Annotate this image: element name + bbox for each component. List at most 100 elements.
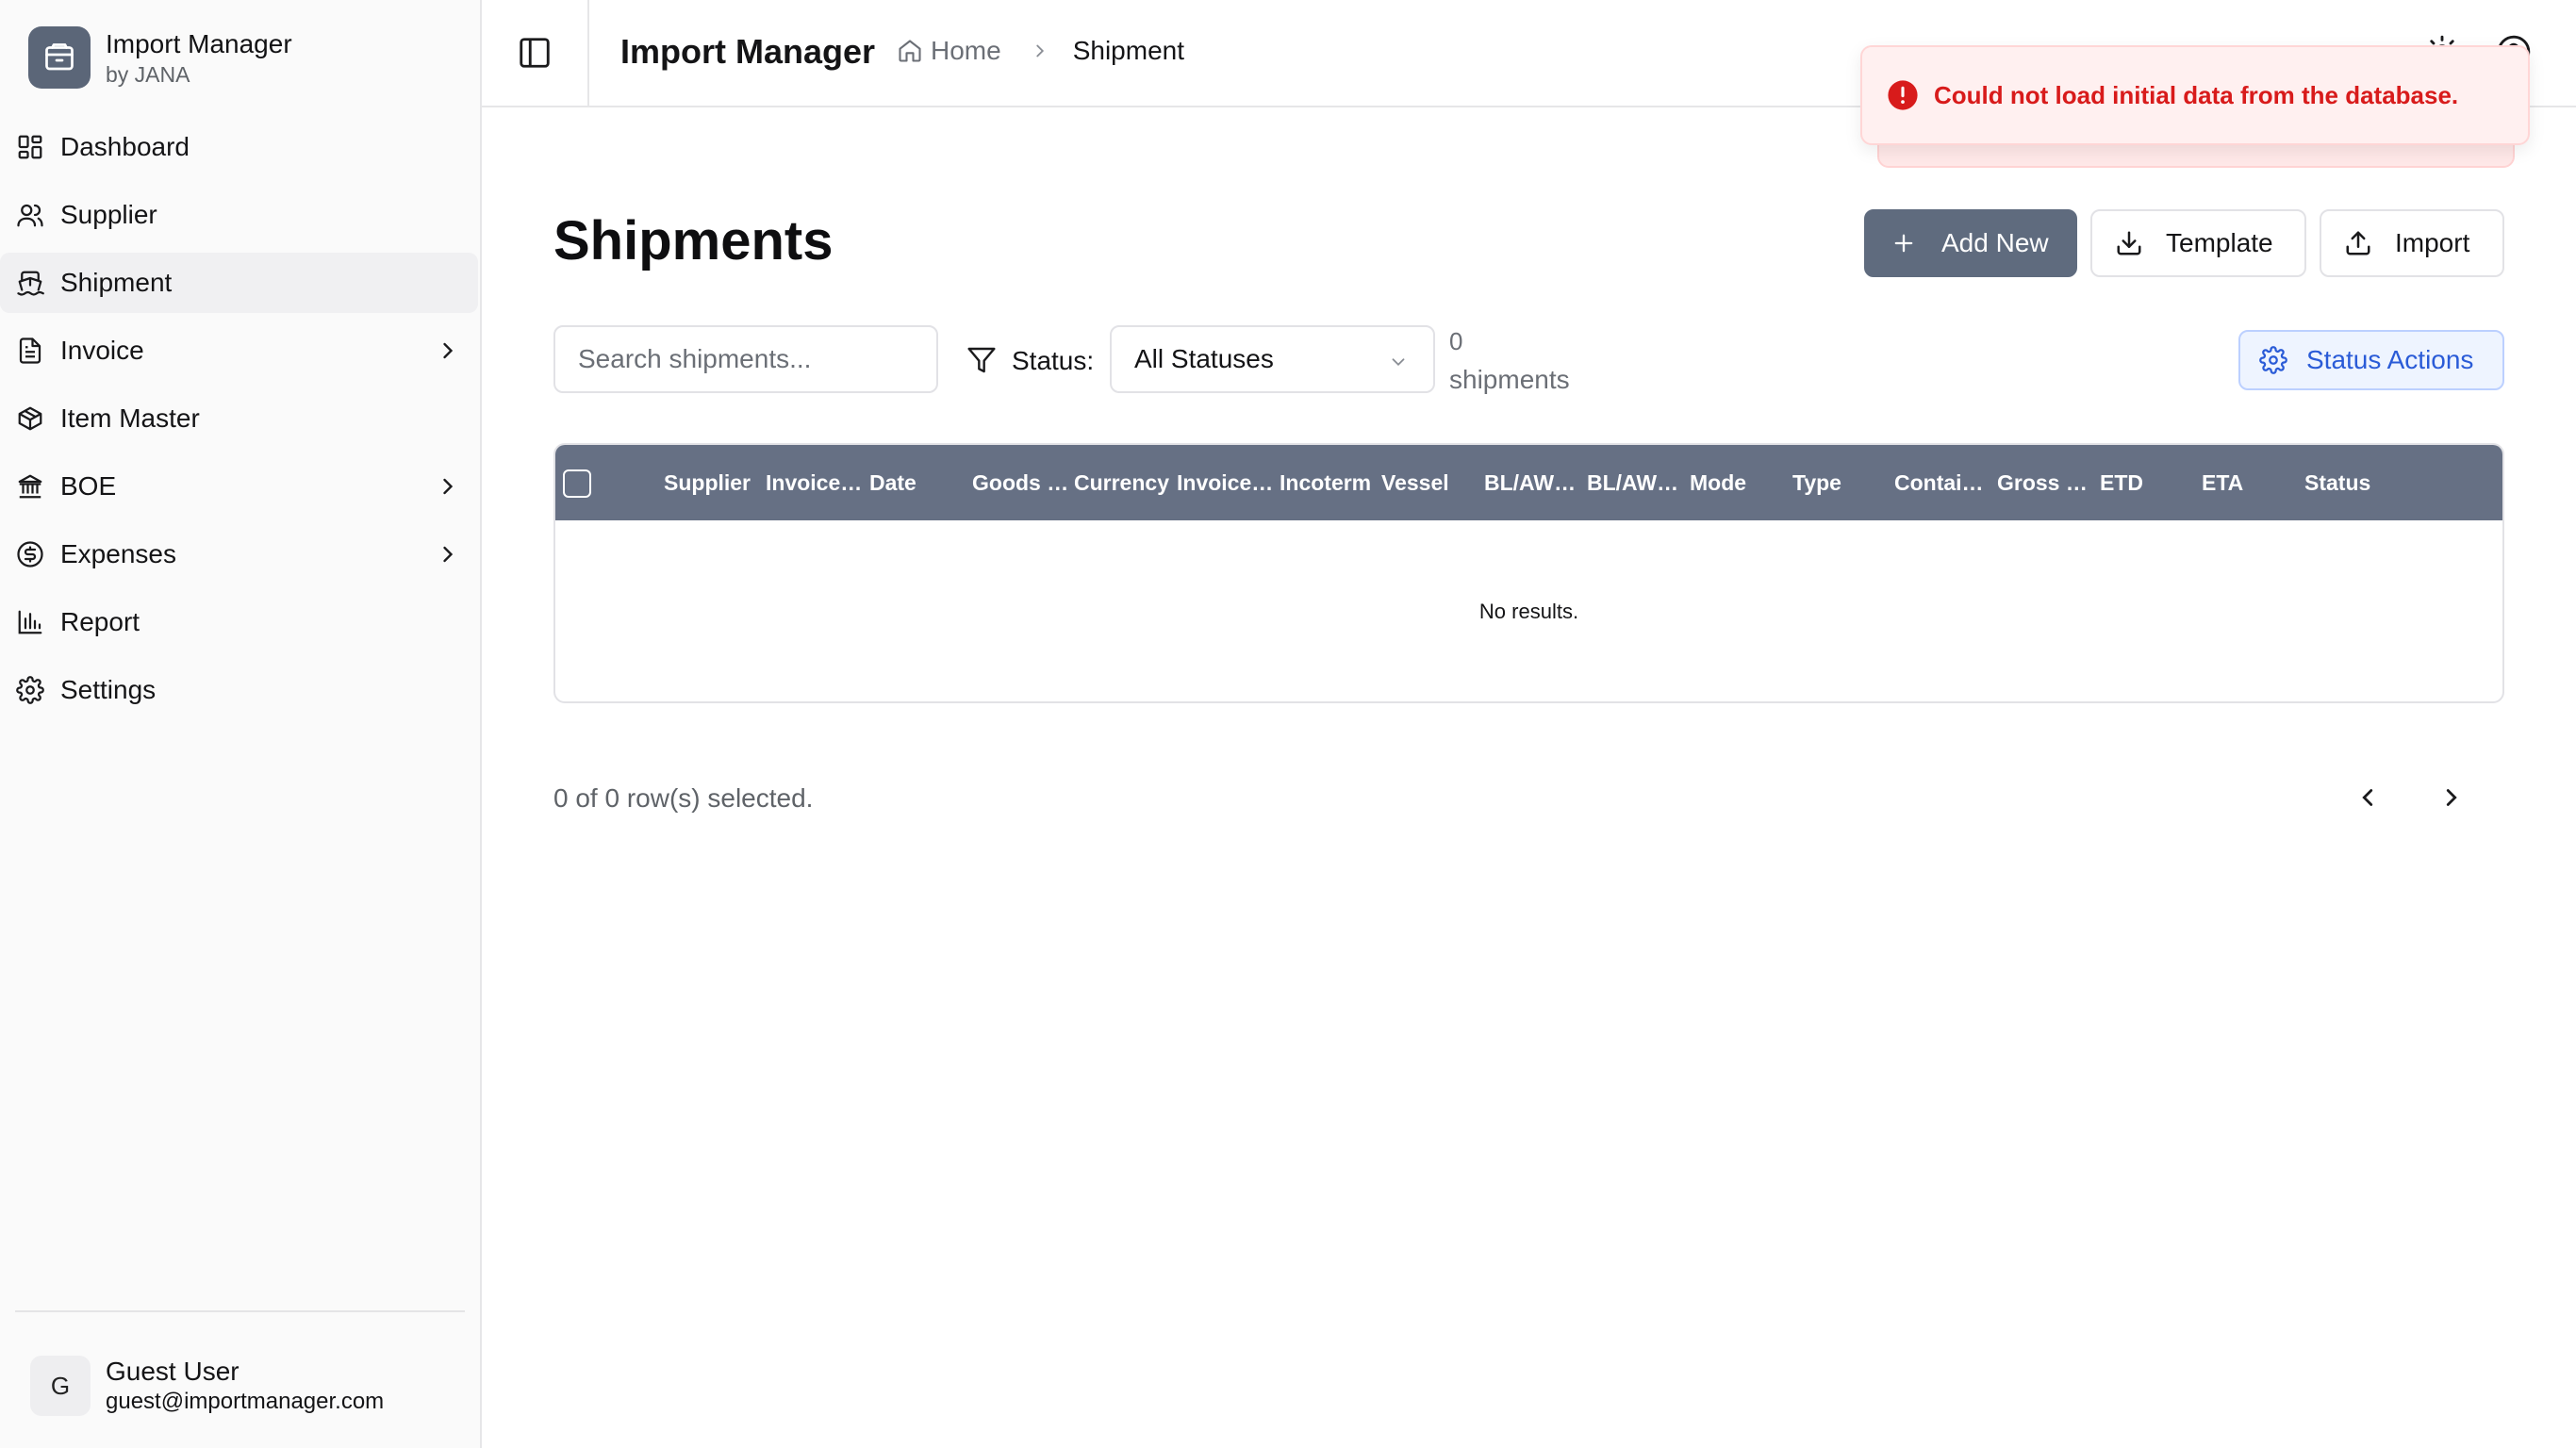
sidebar-item-label: Supplier <box>60 200 157 229</box>
template-label: Template <box>2166 228 2273 257</box>
import-label: Import <box>2395 228 2470 257</box>
sidebar-item-dashboard[interactable]: Dashboard <box>0 117 478 177</box>
error-toast[interactable]: Could not load initial data from the dat… <box>1860 45 2530 145</box>
column-header[interactable]: BL/AW… <box>1587 470 1678 496</box>
chevron-right-icon <box>435 337 461 364</box>
column-header[interactable]: Date <box>869 470 916 496</box>
ship-icon <box>15 268 45 298</box>
chevron-right-icon <box>435 473 461 500</box>
empty-state-message: No results. <box>1478 600 1579 623</box>
toast-message: Could not load initial data from the dat… <box>1934 80 2459 109</box>
shipment-count-label: shipments <box>1449 365 1570 394</box>
plus-icon <box>1891 230 1917 256</box>
brand[interactable]: Import Manager by JANA <box>28 26 292 89</box>
column-header[interactable]: Mode <box>1690 470 1746 496</box>
breadcrumb: Home Shipment <box>897 36 1184 66</box>
filter-icon <box>966 345 997 375</box>
gear-icon <box>2259 346 2287 374</box>
app-title: Import Manager <box>620 32 876 71</box>
column-header[interactable]: Invoice… <box>1177 470 1273 496</box>
sidebar-item-label: Invoice <box>60 336 144 365</box>
breadcrumb-current: Shipment <box>1072 36 1184 65</box>
user-email: guest@importmanager.com <box>106 1389 385 1414</box>
column-header[interactable]: Gross … <box>1997 470 2088 496</box>
package-logo-icon <box>28 26 91 89</box>
chevron-left-icon <box>2353 783 2382 812</box>
status-select[interactable]: All Statuses <box>1110 325 1435 393</box>
chevron-right-icon <box>435 541 461 568</box>
column-header[interactable]: BL/AW… <box>1484 470 1576 496</box>
column-header[interactable]: Type <box>1792 470 1841 496</box>
dollar-circle-icon <box>15 539 45 569</box>
shipments-table: Supplier Invoice… Date Goods … Currency … <box>553 443 2504 703</box>
sidebar-item-label: BOE <box>60 471 117 501</box>
sidebar-nav: Dashboard Supplier Shipment Invoice Item… <box>0 117 480 728</box>
status-filter-label: Status: <box>1012 346 1095 375</box>
column-header[interactable]: Currency <box>1074 470 1169 496</box>
column-header[interactable]: Contai… <box>1894 470 1984 496</box>
sidebar-item-boe[interactable]: BOE <box>0 456 478 517</box>
status-actions-label: Status Actions <box>2306 345 2474 374</box>
column-header[interactable]: Incoterm <box>1280 470 1371 496</box>
user-name: Guest User <box>106 1357 239 1386</box>
upload-icon <box>2344 229 2372 257</box>
breadcrumb-home-label: Home <box>931 36 1001 65</box>
package-icon <box>15 403 45 434</box>
sidebar-item-report[interactable]: Report <box>0 592 478 652</box>
shipment-count: 0 <box>1449 327 1463 355</box>
panel-left-icon <box>517 35 553 71</box>
column-header[interactable]: Supplier <box>664 470 751 496</box>
sidebar-item-item-master[interactable]: Item Master <box>0 388 478 449</box>
chevron-right-icon <box>1030 41 1050 61</box>
landmark-icon <box>15 471 45 502</box>
sidebar-item-supplier[interactable]: Supplier <box>0 185 478 245</box>
column-header[interactable]: ETD <box>2100 470 2143 496</box>
home-icon <box>897 38 923 64</box>
sidebar-divider <box>15 1310 465 1312</box>
sidebar-item-expenses[interactable]: Expenses <box>0 524 478 584</box>
sidebar-item-label: Settings <box>60 675 157 704</box>
column-header[interactable]: Status <box>2304 470 2370 496</box>
sidebar-item-invoice[interactable]: Invoice <box>0 321 478 381</box>
column-header[interactable]: Goods … <box>972 470 1068 496</box>
user-profile[interactable]: G Guest User guest@importmanager.com <box>30 1356 384 1416</box>
import-button[interactable]: Import <box>2320 209 2504 277</box>
row-selection-info: 0 of 0 row(s) selected. <box>553 783 814 813</box>
sidebar: Import Manager by JANA Dashboard Supplie… <box>0 0 482 1448</box>
bar-chart-icon <box>15 607 45 637</box>
users-icon <box>15 200 45 230</box>
alert-circle-icon <box>1887 79 1919 111</box>
status-actions-button[interactable]: Status Actions <box>2238 330 2504 390</box>
download-icon <box>2115 229 2143 257</box>
previous-page-button[interactable] <box>2349 779 2386 816</box>
sidebar-item-shipment[interactable]: Shipment <box>0 253 478 313</box>
sidebar-item-label: Report <box>60 607 140 636</box>
search-input[interactable] <box>553 325 938 393</box>
brand-subtitle: by JANA <box>106 62 190 87</box>
sidebar-toggle-button[interactable] <box>482 0 589 106</box>
sidebar-item-settings[interactable]: Settings <box>0 660 478 720</box>
breadcrumb-home[interactable]: Home <box>897 36 1001 66</box>
table-header: Supplier Invoice… Date Goods … Currency … <box>555 445 2502 520</box>
sidebar-item-label: Dashboard <box>60 132 190 161</box>
chevron-down-icon <box>1388 352 1409 372</box>
page-title: Shipments <box>553 210 834 272</box>
dashboard-icon <box>15 132 45 162</box>
sidebar-item-label: Expenses <box>60 539 176 568</box>
column-header[interactable]: Vessel <box>1381 470 1449 496</box>
sidebar-item-label: Shipment <box>60 268 173 297</box>
avatar: G <box>30 1356 91 1416</box>
next-page-button[interactable] <box>2433 779 2470 816</box>
file-text-icon <box>15 336 45 366</box>
column-header[interactable]: ETA <box>2202 470 2243 496</box>
template-button[interactable]: Template <box>2090 209 2306 277</box>
status-select-value: All Statuses <box>1134 344 1274 373</box>
sidebar-item-label: Item Master <box>60 403 200 433</box>
add-new-button[interactable]: Add New <box>1864 209 2077 277</box>
chevron-right-icon <box>2437 783 2466 812</box>
select-all-checkbox[interactable] <box>563 469 591 498</box>
gear-icon <box>15 675 45 705</box>
add-new-label: Add New <box>1941 228 2049 257</box>
column-header[interactable]: Invoice… <box>766 470 862 496</box>
brand-title: Import Manager <box>106 29 292 58</box>
